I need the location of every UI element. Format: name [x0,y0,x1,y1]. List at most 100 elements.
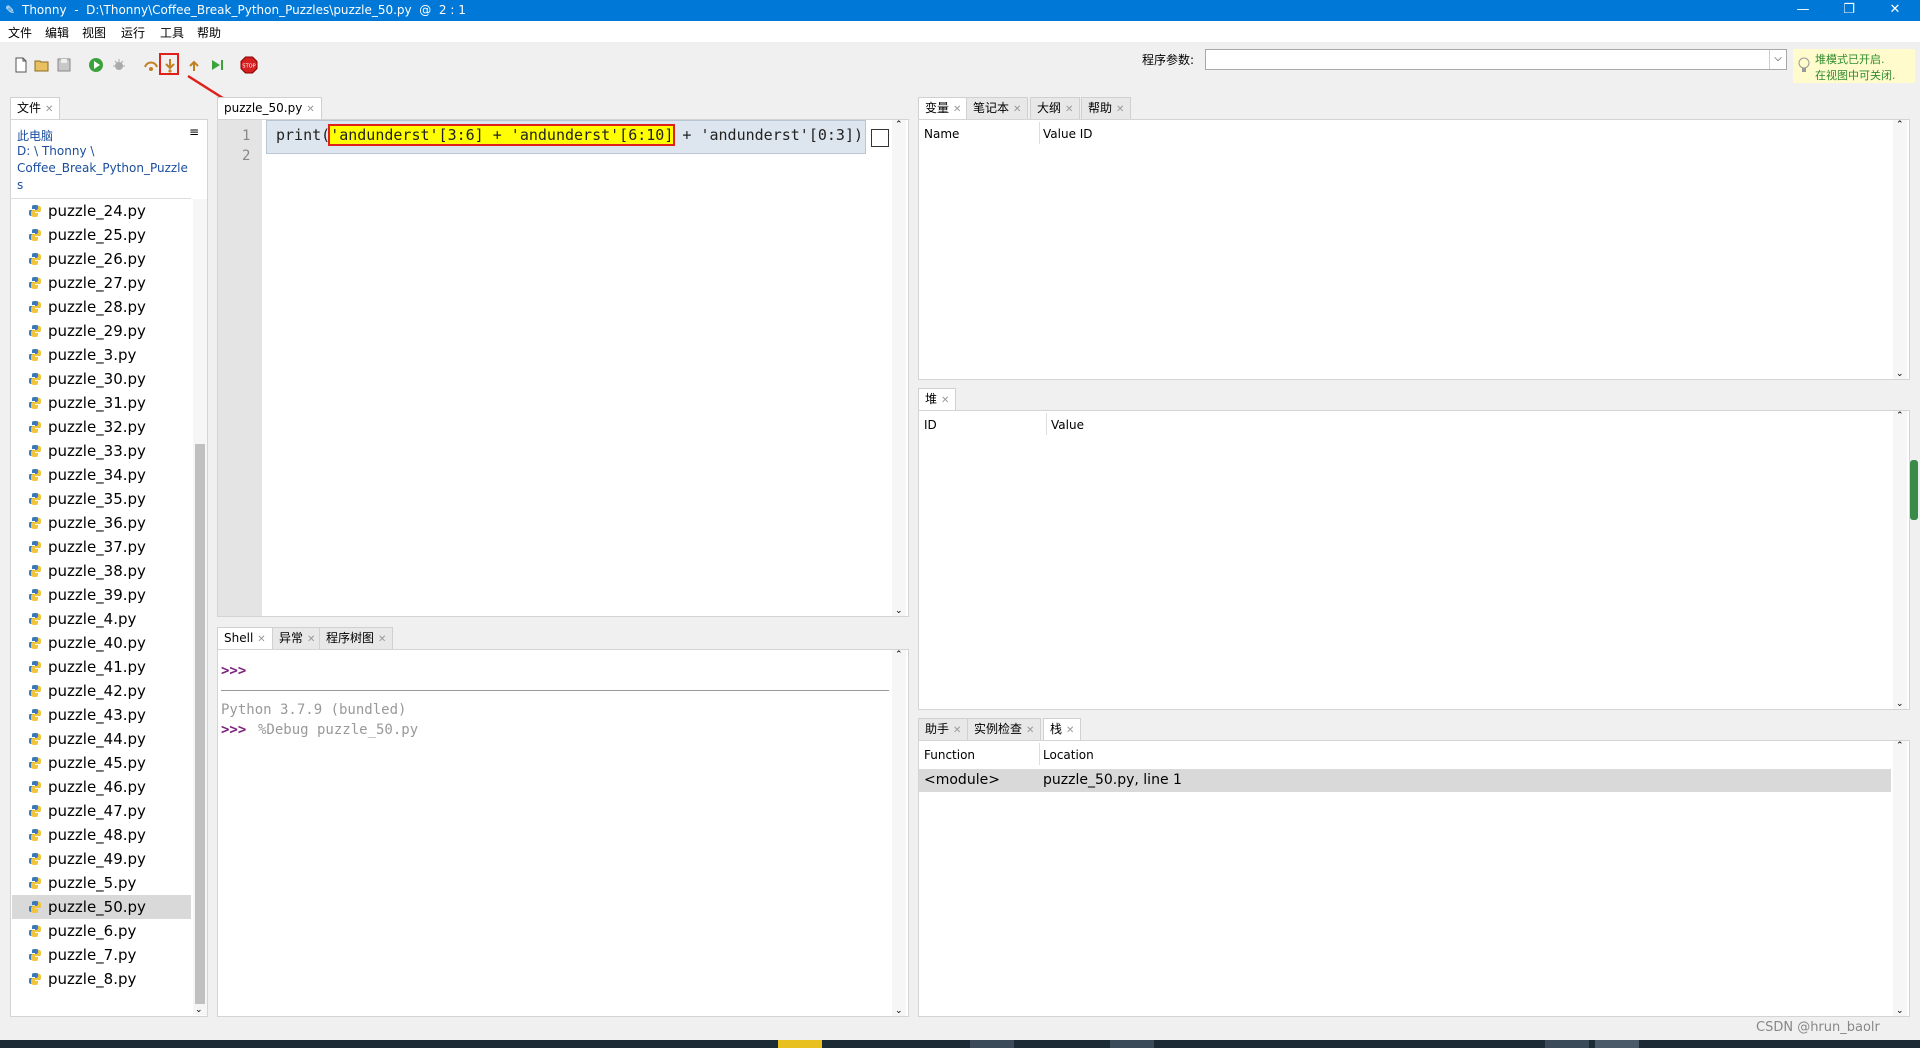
file-item[interactable]: puzzle_30.py [12,367,191,391]
file-item[interactable]: puzzle_38.py [12,559,191,583]
file-item[interactable]: puzzle_44.py [12,727,191,751]
heap-scrollbar[interactable]: ⌃ ⌄ [1893,411,1907,709]
menu-view[interactable]: 视图 [82,24,106,41]
menu-run[interactable]: 运行 [121,24,145,41]
editor-scrollbar[interactable]: ⌃ ⌄ [892,120,906,616]
col-id[interactable]: ID [924,418,937,432]
file-item[interactable]: puzzle_28.py [12,295,191,319]
new-file-icon[interactable] [13,57,29,73]
file-item[interactable]: puzzle_3.py [12,343,191,367]
file-item[interactable]: puzzle_50.py [12,895,191,919]
scroll-up-icon[interactable]: ⌃ [1896,741,1904,751]
file-item[interactable]: puzzle_42.py [12,679,191,703]
close-button[interactable]: ✕ [1872,0,1918,21]
tab-object-inspector[interactable]: 实例检查 ✕ [967,718,1042,740]
open-file-icon[interactable] [34,57,50,73]
tab-outline[interactable]: 大纲 ✕ [1030,97,1081,119]
tab-variables[interactable]: 变量 ✕ [918,97,969,120]
close-icon[interactable]: ✕ [307,634,315,645]
file-item[interactable]: puzzle_24.py [12,199,191,223]
table-row[interactable]: <module> puzzle_50.py, line 1 [919,769,1891,792]
close-icon[interactable]: ✕ [306,104,314,115]
file-item[interactable]: puzzle_49.py [12,847,191,871]
tab-heap[interactable]: 堆 ✕ [918,388,957,411]
close-icon[interactable]: ✕ [1116,104,1124,115]
file-item[interactable]: puzzle_26.py [12,247,191,271]
path-line-3[interactable]: s [17,178,23,192]
menu-tools[interactable]: 工具 [160,24,184,41]
scroll-down-icon[interactable]: ⌄ [1896,699,1904,709]
tab-stack[interactable]: 栈 ✕ [1043,718,1082,741]
file-item[interactable]: puzzle_34.py [12,463,191,487]
file-item[interactable]: puzzle_5.py [12,871,191,895]
stack-scrollbar[interactable]: ⌃ ⌄ [1893,741,1907,1016]
scroll-down-icon[interactable]: ⌄ [1896,1006,1904,1016]
close-icon[interactable]: ✕ [257,634,265,645]
tab-editor[interactable]: puzzle_50.py ✕ [217,97,322,120]
file-item[interactable]: puzzle_33.py [12,439,191,463]
taskbar-item[interactable] [1595,1040,1639,1048]
program-args-input[interactable]: ⌵ [1205,49,1787,70]
file-item[interactable]: puzzle_41.py [12,655,191,679]
scroll-down-icon[interactable]: ⌄ [1896,369,1904,379]
file-item[interactable]: puzzle_31.py [12,391,191,415]
taskbar-item[interactable] [1110,1040,1154,1048]
file-item[interactable]: puzzle_25.py [12,223,191,247]
path-line-2[interactable]: Coffee_Break_Python_Puzzle [17,161,188,175]
file-item[interactable]: puzzle_8.py [12,967,191,991]
file-item[interactable]: puzzle_6.py [12,919,191,943]
side-scroll-indicator[interactable] [1910,460,1918,520]
run-icon[interactable] [88,57,104,73]
tab-program-tree[interactable]: 程序树图 ✕ [319,627,394,649]
close-icon[interactable]: ✕ [1026,725,1034,736]
col-function[interactable]: Function [924,748,975,762]
file-item[interactable]: puzzle_29.py [12,319,191,343]
minimize-button[interactable]: — [1780,0,1826,21]
close-icon[interactable]: ✕ [941,395,949,406]
maximize-button[interactable]: ❐ [1826,0,1872,21]
file-item[interactable]: puzzle_35.py [12,487,191,511]
scroll-up-icon[interactable]: ⌃ [1896,120,1904,130]
close-icon[interactable]: ✕ [1013,104,1021,115]
debug-icon[interactable] [111,57,127,73]
tab-shell[interactable]: Shell ✕ [217,627,273,650]
col-value[interactable]: Value [1051,418,1084,432]
path-line-1[interactable]: D: \ Thonny \ [17,144,94,158]
chevron-down-icon[interactable]: ⌵ [1769,50,1786,69]
file-item[interactable]: puzzle_36.py [12,511,191,535]
files-scrollbar[interactable]: ⌄ [193,199,207,1015]
file-item[interactable]: puzzle_32.py [12,415,191,439]
tab-help[interactable]: 帮助 ✕ [1081,97,1132,119]
shell-command[interactable]: %Debug puzzle_50.py [258,722,418,738]
tab-assistant[interactable]: 助手 ✕ [918,718,969,740]
col-name[interactable]: Name [924,127,959,141]
code-line-1[interactable]: print('andunderst'[3:6] + 'andunderst'[6… [276,124,863,146]
files-scroll-thumb[interactable] [195,444,205,1004]
files-menu-icon[interactable]: ≡ [189,125,199,139]
save-icon[interactable] [56,57,72,73]
close-icon[interactable]: ✕ [378,634,386,645]
variables-scrollbar[interactable]: ⌃ ⌄ [1893,120,1907,379]
file-item[interactable]: puzzle_47.py [12,799,191,823]
scroll-down-icon[interactable]: ⌄ [895,606,903,616]
scroll-down-icon[interactable]: ⌄ [195,1005,203,1015]
file-item[interactable]: puzzle_40.py [12,631,191,655]
step-over-icon[interactable] [143,57,159,73]
close-icon[interactable]: ✕ [1065,104,1073,115]
scroll-down-icon[interactable]: ⌄ [895,1006,903,1016]
shell-scrollbar[interactable]: ⌃ ⌄ [892,650,906,1016]
close-icon[interactable]: ✕ [953,104,961,115]
file-item[interactable]: puzzle_4.py [12,607,191,631]
file-item[interactable]: puzzle_7.py [12,943,191,967]
scroll-up-icon[interactable]: ⌃ [895,120,903,130]
tab-files[interactable]: 文件 ✕ [10,97,61,120]
taskbar-item-active[interactable] [778,1040,822,1048]
taskbar-item[interactable] [970,1040,1014,1048]
tab-notes[interactable]: 笔记本 ✕ [966,97,1029,119]
close-icon[interactable]: ✕ [1066,725,1074,736]
scroll-up-icon[interactable]: ⌃ [1896,411,1904,421]
file-item[interactable]: puzzle_48.py [12,823,191,847]
col-location[interactable]: Location [1043,748,1094,762]
file-item[interactable]: puzzle_46.py [12,775,191,799]
tab-exception[interactable]: 异常 ✕ [272,627,323,649]
